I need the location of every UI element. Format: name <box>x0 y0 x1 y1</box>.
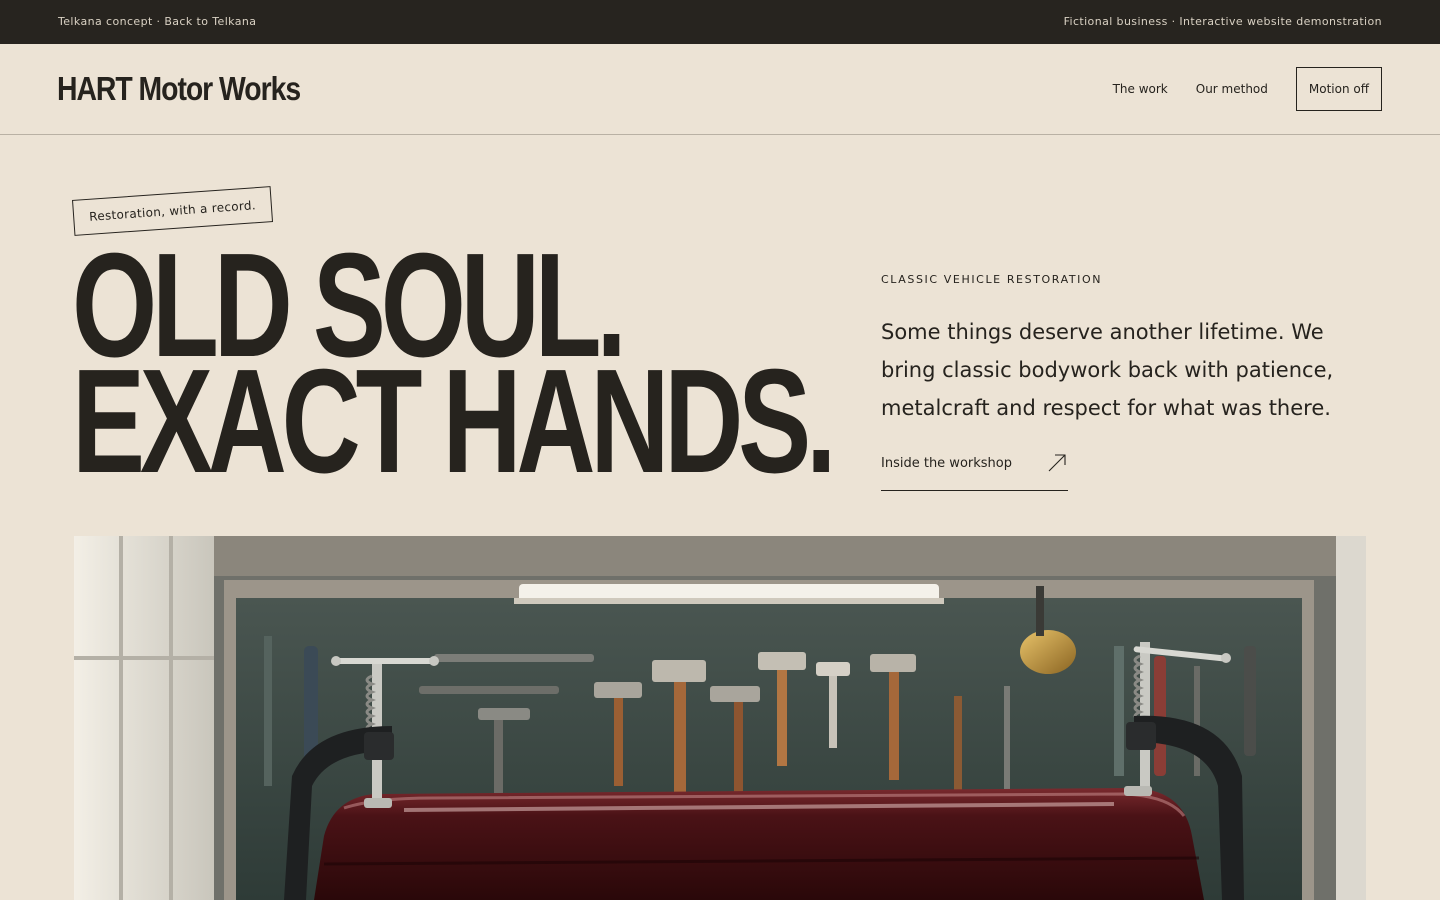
nav-link-our-method[interactable]: Our method <box>1196 82 1268 96</box>
main-navigation: HART Motor Works The work Our method Mot… <box>0 44 1440 135</box>
headline-line-2: EXACT HANDS. <box>72 339 836 504</box>
inside-workshop-link[interactable]: Inside the workshop <box>881 450 1068 491</box>
workshop-photo-illustration <box>74 536 1366 900</box>
disclaimer-text: Fictional business · Interactive website… <box>1063 15 1382 28</box>
hero-headline: OLD SOUL. EXACT HANDS. <box>72 232 836 504</box>
nav-links: The work Our method Motion off <box>1113 67 1382 111</box>
motion-toggle-button[interactable]: Motion off <box>1295 67 1382 111</box>
hero-eyebrow: CLASSIC VEHICLE RESTORATION <box>881 273 1103 286</box>
cta-label: Inside the workshop <box>881 456 1012 471</box>
nav-link-the-work[interactable]: The work <box>1113 82 1168 96</box>
brand-logo[interactable]: HART Motor Works <box>57 70 301 108</box>
workshop-hero-image <box>74 536 1366 900</box>
arrow-up-right-icon <box>1048 454 1066 472</box>
hero-description: Some things deserve another lifetime. We… <box>881 320 1334 420</box>
top-announcement-bar: Telkana concept · Back to Telkana Fictio… <box>0 0 1440 44</box>
back-to-telkana-link[interactable]: Telkana concept · Back to Telkana <box>58 15 256 28</box>
